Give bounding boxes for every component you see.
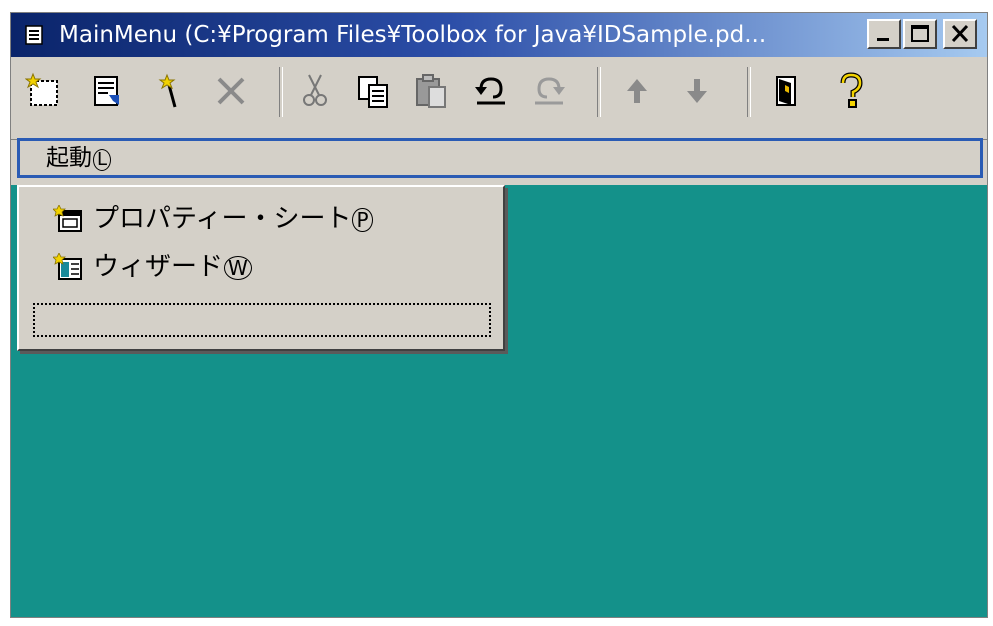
delete-icon[interactable] (211, 71, 251, 111)
launch-dropdown-menu: プロパティー・シート P ウィザード W (17, 185, 505, 351)
menu-bar: 起動 L (17, 138, 983, 178)
wizard-label: ウィザード (93, 252, 224, 282)
maximize-icon (911, 25, 929, 42)
help-icon[interactable] (831, 71, 871, 111)
menu-launch-label: 起動 (46, 145, 92, 171)
menu-launch[interactable]: 起動 L (46, 143, 112, 173)
wizard-menu-icon (53, 253, 82, 280)
close-button[interactable] (943, 19, 977, 49)
close-icon (951, 24, 969, 43)
menu-launch-mnemonic: L (93, 149, 112, 171)
cut-icon[interactable] (295, 71, 335, 111)
move-down-icon[interactable] (677, 71, 717, 111)
main-window: MainMenu (C:¥Program Files¥Toolbox for J… (10, 12, 988, 618)
toolbar-separator (279, 67, 283, 117)
exit-icon[interactable] (767, 71, 807, 111)
wizard-icon[interactable] (151, 71, 191, 111)
copy-icon[interactable] (353, 71, 393, 111)
new-icon[interactable] (25, 71, 65, 111)
focused-empty-menu-item[interactable] (33, 303, 491, 337)
wizard-mnemonic: W (224, 256, 252, 280)
toolbar (11, 57, 987, 140)
undo-icon[interactable] (471, 71, 511, 111)
toolbar-separator (747, 67, 751, 117)
title-bar[interactable]: MainMenu (C:¥Program Files¥Toolbox for J… (11, 13, 987, 57)
properties-icon[interactable] (87, 71, 127, 111)
property-sheet-mnemonic: P (352, 208, 373, 232)
move-up-icon[interactable] (617, 71, 657, 111)
property-sheet-icon (53, 205, 82, 232)
window-title: MainMenu (C:¥Program Files¥Toolbox for J… (59, 22, 767, 48)
paste-icon[interactable] (411, 71, 451, 111)
minimize-icon (877, 38, 889, 41)
maximize-button[interactable] (903, 19, 937, 49)
window-menu-icon[interactable] (25, 25, 43, 45)
property-sheet-label: プロパティー・シート (93, 204, 352, 234)
minimize-button[interactable] (867, 19, 901, 49)
redo-icon[interactable] (529, 71, 569, 111)
toolbar-separator (597, 67, 601, 117)
